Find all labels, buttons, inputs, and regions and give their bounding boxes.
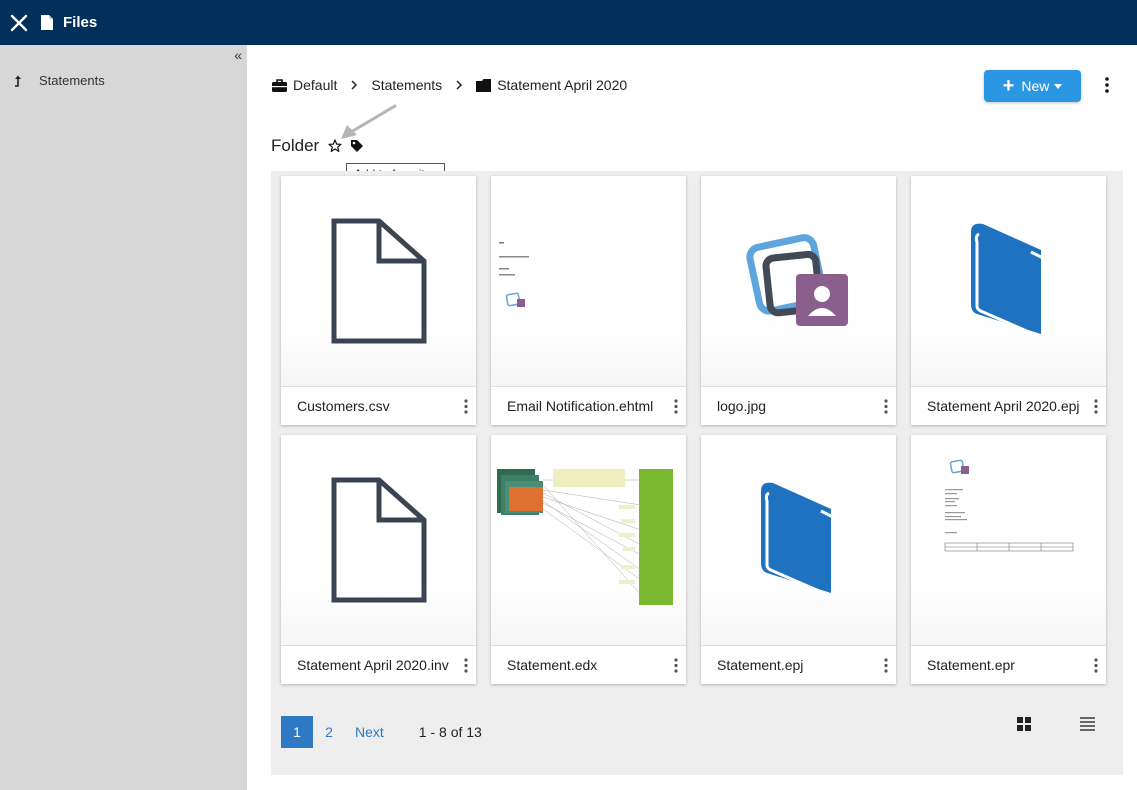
new-button[interactable]: + New: [984, 70, 1081, 102]
file-thumbnail: [911, 435, 1106, 645]
data-mapping-diagram: [497, 469, 673, 605]
pagination: 1 2 Next 1 - 8 of 13: [281, 716, 482, 748]
file-name: Customers.csv: [297, 398, 390, 414]
app-title: Files: [63, 14, 98, 31]
main-content: Default Statements Statement April 2020 …: [247, 45, 1137, 790]
new-button-label: New: [1021, 78, 1050, 94]
file-name: Statement April 2020.epj: [927, 398, 1080, 414]
file-thumbnail: [491, 176, 686, 386]
briefcase-icon: [272, 78, 287, 92]
more-options-icon[interactable]: [464, 657, 468, 673]
breadcrumb-label: Default: [293, 77, 338, 93]
file-card[interactable]: Statement.edx: [491, 435, 686, 684]
folder-icon: [476, 78, 492, 92]
folder-title: Folder: [271, 136, 320, 155]
file-thumbnail: [281, 176, 476, 386]
file-card[interactable]: logo.jpg: [701, 176, 896, 425]
breadcrumb: Default Statements Statement April 2020: [272, 77, 627, 93]
next-page-button[interactable]: Next: [355, 724, 384, 740]
file-thumbnail: [281, 435, 476, 645]
file-icon: [41, 15, 53, 30]
file-thumbnail: [701, 176, 896, 386]
list-view-icon[interactable]: [1080, 717, 1095, 731]
chevron-right-icon: [351, 80, 358, 90]
more-options-icon[interactable]: [674, 657, 678, 673]
more-options-icon[interactable]: [1094, 398, 1098, 414]
file-name: Statement.epr: [927, 657, 1015, 673]
file-card-footer: Email Notification.ehtml: [491, 386, 686, 425]
more-options-icon[interactable]: [1104, 77, 1110, 93]
breadcrumb-current-folder: Statement April 2020: [476, 77, 627, 93]
breadcrumb-label: Statements: [371, 77, 443, 93]
file-thumbnail: [491, 435, 686, 645]
file-card-footer: Customers.csv: [281, 386, 476, 425]
more-options-icon[interactable]: [674, 398, 678, 414]
file-name: logo.jpg: [717, 398, 767, 414]
tag-icon[interactable]: [350, 139, 364, 153]
pointer-arrow-icon: [341, 104, 397, 139]
file-card-footer: Statement.edx: [491, 645, 686, 684]
file-name: Statement.edx: [507, 657, 598, 673]
file-card[interactable]: Customers.csv: [281, 176, 476, 425]
document-outline-icon: [331, 218, 426, 344]
file-card[interactable]: Email Notification.ehtml: [491, 176, 686, 425]
close-icon[interactable]: [10, 14, 28, 32]
caret-down-icon: [1054, 83, 1063, 89]
file-card[interactable]: Statement April 2020.inv: [281, 435, 476, 684]
more-options-icon[interactable]: [884, 398, 888, 414]
file-card-footer: Statement.epj: [701, 645, 896, 684]
file-card[interactable]: Statement.epr: [911, 435, 1106, 684]
file-name: Statement April 2020.inv: [297, 657, 449, 673]
breadcrumb-statements[interactable]: Statements: [371, 77, 442, 93]
file-grid: Customers.csv Email Notification.ehtml l…: [271, 171, 1123, 775]
more-options-icon[interactable]: [884, 657, 888, 673]
logo-image: [745, 233, 848, 326]
sidebar-item-statements[interactable]: Statements: [13, 73, 105, 88]
file-card[interactable]: Statement April 2020.epj: [911, 176, 1106, 425]
file-card-footer: logo.jpg: [701, 386, 896, 425]
collapse-sidebar-button[interactable]: «: [234, 47, 242, 63]
file-thumbnail: [701, 435, 896, 645]
breadcrumb-label: Statement April 2020: [497, 77, 628, 93]
email-preview: [499, 242, 529, 307]
file-card[interactable]: Statement.epj: [701, 435, 896, 684]
file-card-footer: Statement April 2020.inv: [281, 645, 476, 684]
top-bar: Files: [0, 0, 1137, 45]
chevron-right-icon: [456, 80, 463, 90]
file-name: Email Notification.ehtml: [507, 398, 654, 414]
grid-view-icon[interactable]: [1017, 717, 1031, 731]
more-options-icon[interactable]: [464, 398, 468, 414]
book-icon: [760, 482, 834, 593]
sidebar-item-label: Statements: [39, 73, 105, 88]
plus-icon: +: [1002, 75, 1015, 97]
star-icon[interactable]: [328, 139, 342, 153]
file-name: Statement.epj: [717, 657, 804, 673]
book-icon: [970, 223, 1044, 334]
level-up-icon: [15, 75, 21, 87]
page-1-button[interactable]: 1: [281, 716, 313, 748]
breadcrumb-default[interactable]: Default: [272, 77, 337, 93]
file-thumbnail: [911, 176, 1106, 386]
report-preview: [944, 459, 1074, 552]
file-card-footer: Statement.epr: [911, 645, 1106, 684]
more-options-icon[interactable]: [1094, 657, 1098, 673]
result-count: 1 - 8 of 13: [418, 724, 482, 740]
page-2-button[interactable]: 2: [313, 716, 345, 748]
document-outline-icon: [331, 477, 426, 603]
file-card-footer: Statement April 2020.epj: [911, 386, 1106, 425]
sidebar: « Statements: [0, 45, 247, 790]
